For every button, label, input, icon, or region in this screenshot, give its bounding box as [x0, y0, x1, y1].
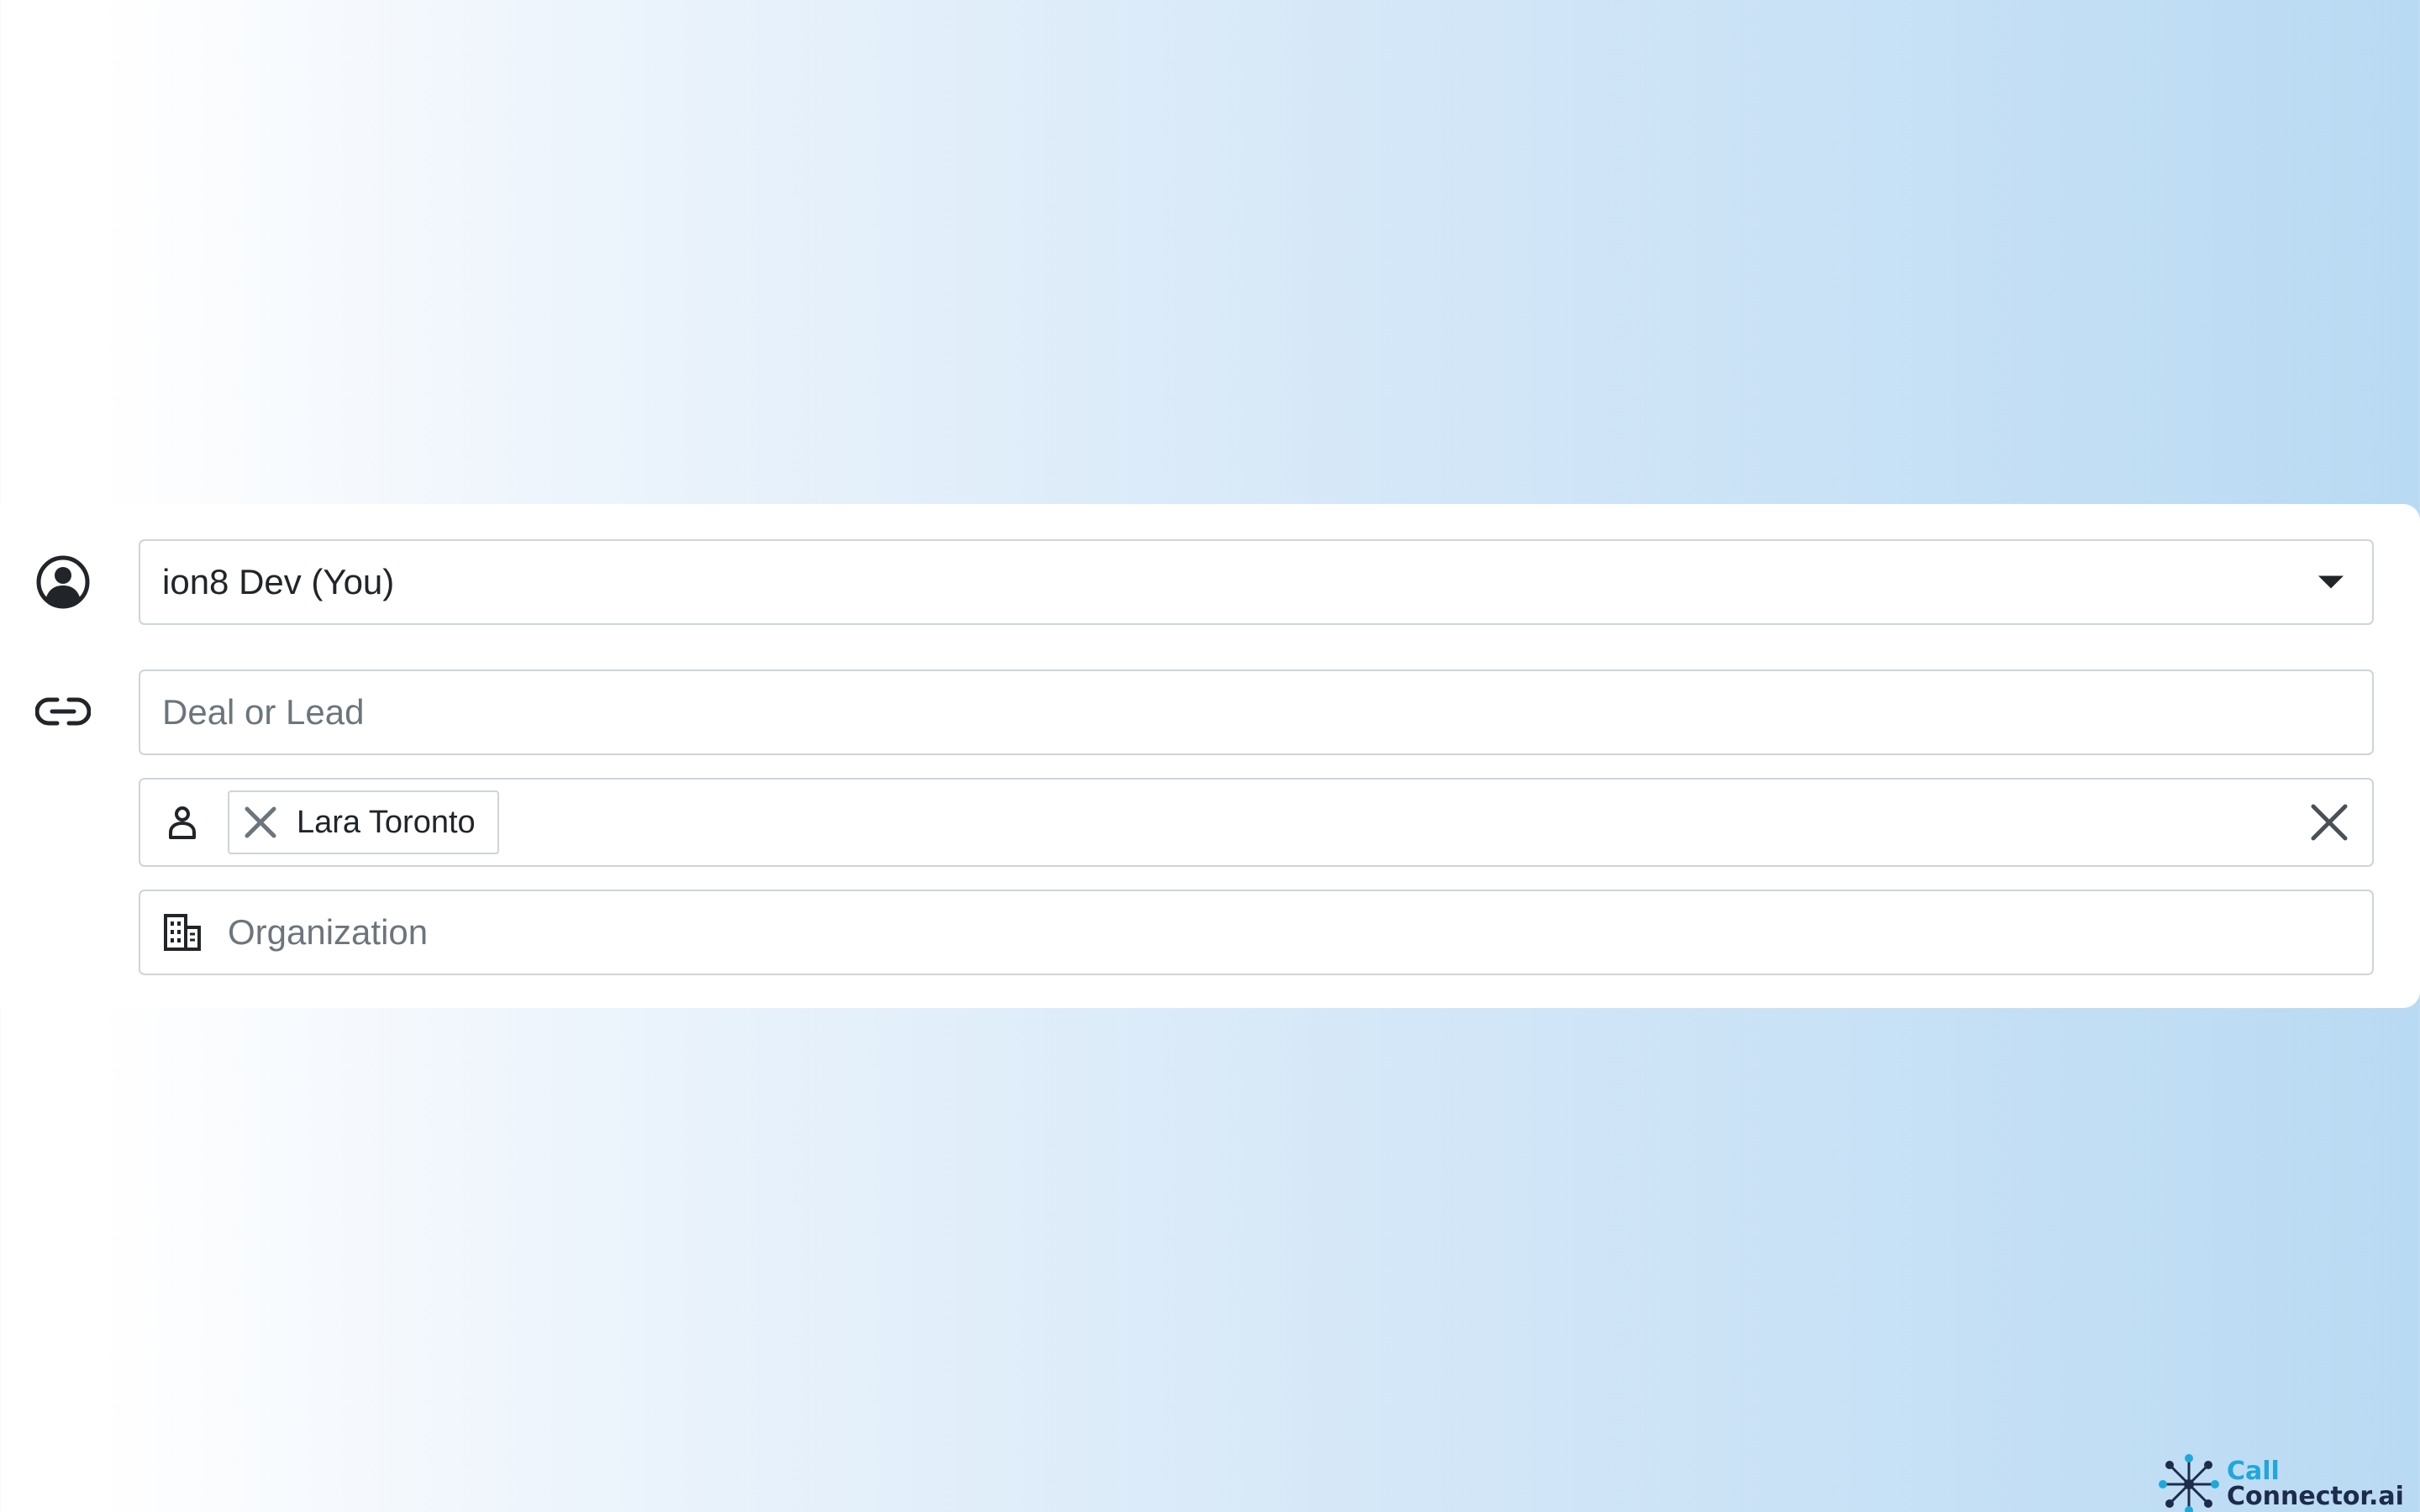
person-icon [162, 802, 203, 843]
chevron-down-icon[interactable] [2318, 575, 2344, 589]
close-icon[interactable] [2307, 800, 2352, 845]
call-details-panel: ion8 Dev (You) Deal or Lead Lara Toronto… [0, 504, 2420, 1008]
brand-name-line2: Connector.ai [2227, 1482, 2404, 1511]
link-icon [34, 682, 92, 741]
chip-remove-icon[interactable] [243, 805, 278, 840]
organization-input[interactable]: Organization [139, 890, 2374, 975]
brand-network-icon [2159, 1454, 2219, 1512]
brand-name-line1: Call [2227, 1457, 2280, 1486]
person-chip: Lara Toronto [228, 790, 499, 854]
owner-select[interactable]: ion8 Dev (You) [139, 539, 2374, 625]
organization-placeholder: Organization [228, 912, 429, 952]
owner-select-value: ion8 Dev (You) [162, 562, 395, 601]
user-circle-icon [34, 553, 92, 612]
brand-logo: Call Connector.ai [2158, 1453, 2404, 1512]
deal-or-lead-input[interactable]: Deal or Lead [139, 669, 2374, 755]
deal-or-lead-placeholder: Deal or Lead [162, 692, 365, 732]
person-chip-label: Lara Toronto [297, 804, 476, 840]
person-multiselect[interactable]: Lara Toronto [139, 778, 2374, 867]
building-icon [162, 912, 203, 953]
